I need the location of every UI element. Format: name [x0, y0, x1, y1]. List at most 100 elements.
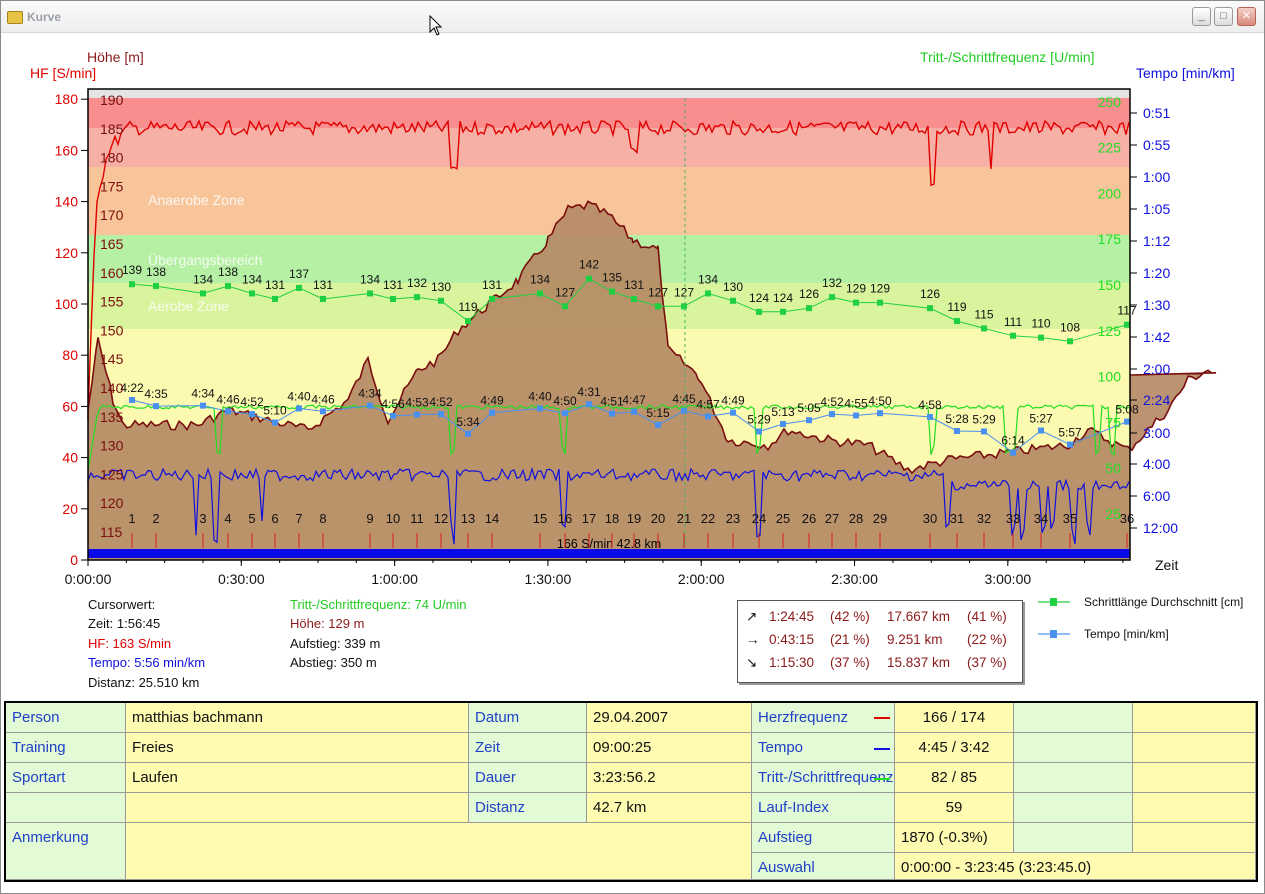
lap-number-label: 4 [224, 511, 231, 526]
training-value[interactable]: Freies [126, 733, 469, 763]
training-info-table: Person matthias bachmann Training Freies… [4, 701, 1258, 882]
aufstieg-label: Aufstieg [752, 823, 895, 853]
lap-number-label: 18 [605, 511, 619, 526]
lap-tempo-point [877, 410, 883, 417]
lap-tempo-label: 5:15 [646, 406, 670, 420]
lap-tempo-point [829, 411, 835, 418]
lap-tempo-label: 4:55 [844, 397, 868, 411]
lap-cadence-point [1067, 338, 1073, 345]
lap-number-label: 1 [128, 511, 135, 526]
time-tick-label: 1:00:00 [371, 571, 418, 587]
lap-cadence-point [129, 281, 135, 288]
summary-pct: (42 %) [830, 609, 870, 624]
tempo-tick-label: 2:24 [1143, 392, 1170, 408]
lap-tempo-label: 4:34 [358, 387, 382, 401]
lap-cadence-label: 129 [846, 282, 866, 296]
hoehe-tick-label: 120 [100, 495, 124, 511]
lap-number-label: 3 [199, 511, 206, 526]
lap-cadence-point [489, 295, 495, 302]
lap-tempo-point [249, 411, 255, 418]
lap-tempo-point [1010, 449, 1016, 456]
hf-tick-label: 120 [55, 245, 79, 261]
hf-tick-label: 80 [62, 347, 78, 363]
time-tick-label: 3:00:00 [984, 571, 1031, 587]
lap-number-label: 14 [485, 511, 499, 526]
lap-cadence-point [586, 275, 592, 282]
lap-tempo-label: 5:29 [747, 412, 771, 426]
lap-number-label: 36 [1120, 511, 1134, 526]
distanz-label: Distanz [469, 793, 587, 823]
lap-cadence-label: 131 [482, 278, 502, 292]
extra-cell [1133, 733, 1256, 763]
zeit-label: Zeit [469, 733, 587, 763]
summary-dist: 15.837 km [887, 655, 951, 670]
lap-tempo-point [414, 411, 420, 418]
lap-number-label: 31 [950, 511, 964, 526]
summary-time: 1:15:30 [769, 655, 815, 670]
lap-cadence-label: 126 [799, 287, 819, 301]
lap-cadence-label: 131 [624, 278, 644, 292]
lap-tempo-point [609, 410, 615, 417]
arrow-up-icon: ↗ [746, 609, 758, 624]
lap-number-label: 8 [319, 511, 326, 526]
person-value[interactable]: matthias bachmann [126, 703, 469, 733]
lap-tempo-point [367, 402, 373, 409]
lap-tempo-point [320, 408, 326, 415]
lap-cadence-label: 138 [218, 265, 238, 279]
lap-tempo-point [1124, 418, 1130, 425]
dauer-label: Dauer [469, 763, 587, 793]
summary-dpct: (22 %) [967, 632, 1007, 647]
hoehe-tick-label: 130 [100, 438, 124, 454]
lap-number-label: 17 [582, 511, 596, 526]
summary-dpct: (37 %) [967, 655, 1007, 670]
lap-number-label: 25 [776, 511, 790, 526]
lap-tempo-label: 4:22 [120, 381, 144, 395]
lauf-index-value: 59 [895, 793, 1014, 823]
extra-cell [1014, 793, 1133, 823]
lap-cadence-label: 137 [289, 267, 309, 281]
cursor-hf: HF: 163 S/min [88, 636, 172, 651]
hf-tick-label: 0 [70, 552, 78, 568]
lap-cadence-label: 127 [648, 285, 668, 299]
lap-cadence-point [562, 303, 568, 310]
sportart-value[interactable]: Laufen [126, 763, 469, 793]
summary-dpct: (41 %) [967, 609, 1007, 624]
legend-swatches [1038, 598, 1070, 638]
cursor-distanz: Distanz: 25.510 km [88, 675, 200, 690]
kadenz-tick-label: 225 [1098, 140, 1122, 156]
lap-number-label: 22 [701, 511, 715, 526]
kadenz-tick-label: 75 [1105, 414, 1121, 430]
lap-tempo-label: 4:50 [868, 394, 892, 408]
zone-band [88, 98, 1130, 128]
lap-cadence-point [609, 288, 615, 295]
tempo-tick-label: 12:00 [1143, 520, 1178, 536]
lap-number-label: 33 [1006, 511, 1020, 526]
kadenz-tick-label: 100 [1098, 369, 1122, 385]
lap-cadence-point [438, 297, 444, 304]
lap-cadence-point [367, 290, 373, 297]
lap-cadence-point [681, 303, 687, 310]
lap-cadence-point [537, 290, 543, 297]
lap-tempo-label: 4:31 [577, 385, 601, 399]
lap-cadence-label: 117 [1117, 304, 1136, 318]
arrow-right-icon: → [746, 632, 760, 647]
distance-bar-text: 166 S/min 42.8 km [557, 537, 661, 551]
extra-cell [1133, 703, 1256, 733]
lap-tempo-label: 5:28 [945, 412, 969, 426]
kadenz-tick-label: 200 [1098, 185, 1122, 201]
lap-number-label: 32 [977, 511, 991, 526]
lap-cadence-label: 126 [920, 287, 940, 301]
lap-tempo-label: 5:27 [1029, 412, 1053, 426]
lap-tempo-point [562, 410, 568, 417]
lap-number-label: 20 [651, 511, 665, 526]
extra-cell [1014, 703, 1133, 733]
auswahl-label: Auswahl [752, 853, 895, 880]
anmerkung-value[interactable] [126, 823, 752, 880]
lap-number-label: 23 [726, 511, 740, 526]
lap-cadence-label: 119 [458, 300, 477, 314]
chart-area[interactable]: MaximalbereichRotzoneAnaerobe ZoneÜberga… [0, 0, 1265, 600]
lap-tempo-point [681, 407, 687, 414]
hoehe-tick-label: 155 [100, 294, 124, 310]
climb-summary-box: ↗ 1:24:45 (42 %) 17.667 km (41 %) → 0:43… [737, 600, 1023, 683]
distanz-value: 42.7 km [587, 793, 752, 823]
